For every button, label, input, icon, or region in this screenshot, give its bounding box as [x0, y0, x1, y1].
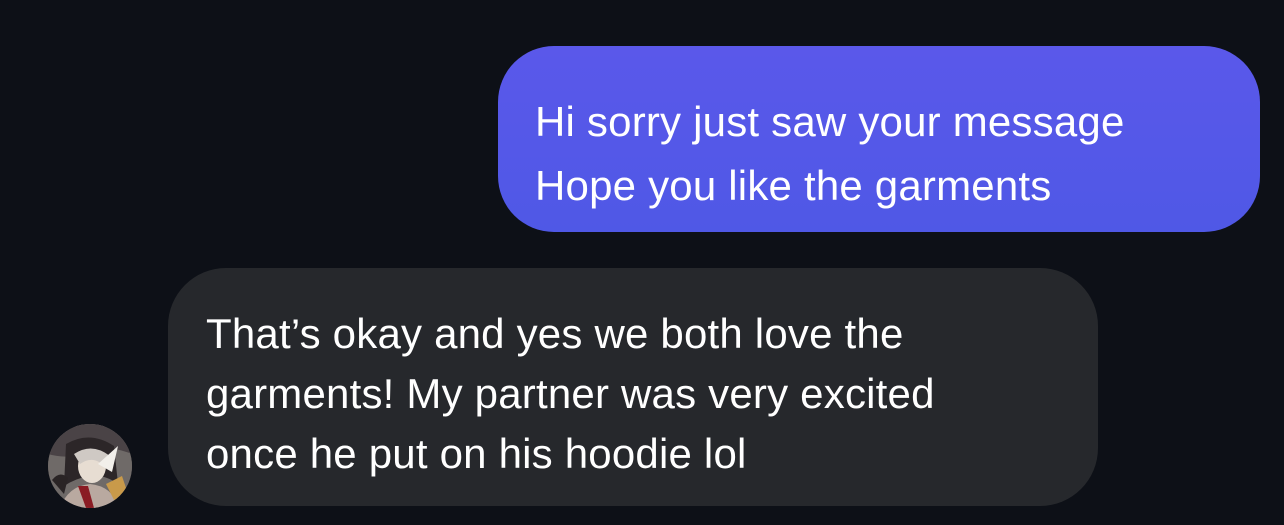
- message-text-line: That’s okay and yes we both love the: [206, 310, 904, 357]
- message-text-line: Hi sorry just saw your message: [535, 98, 1125, 145]
- chat-thread: Hi sorry just saw your message Hope you …: [0, 0, 1284, 525]
- message-text-line: Hope you like the garments: [535, 162, 1052, 209]
- sender-avatar[interactable]: [48, 424, 132, 508]
- message-text-line: once he put on his hoodie lol: [206, 430, 747, 477]
- avatar-image: [48, 424, 132, 508]
- sent-message-bubble[interactable]: Hi sorry just saw your message Hope you …: [498, 46, 1260, 232]
- message-text-line: garments! My partner was very excited: [206, 370, 935, 417]
- received-message-bubble[interactable]: That’s okay and yes we both love the gar…: [168, 268, 1098, 506]
